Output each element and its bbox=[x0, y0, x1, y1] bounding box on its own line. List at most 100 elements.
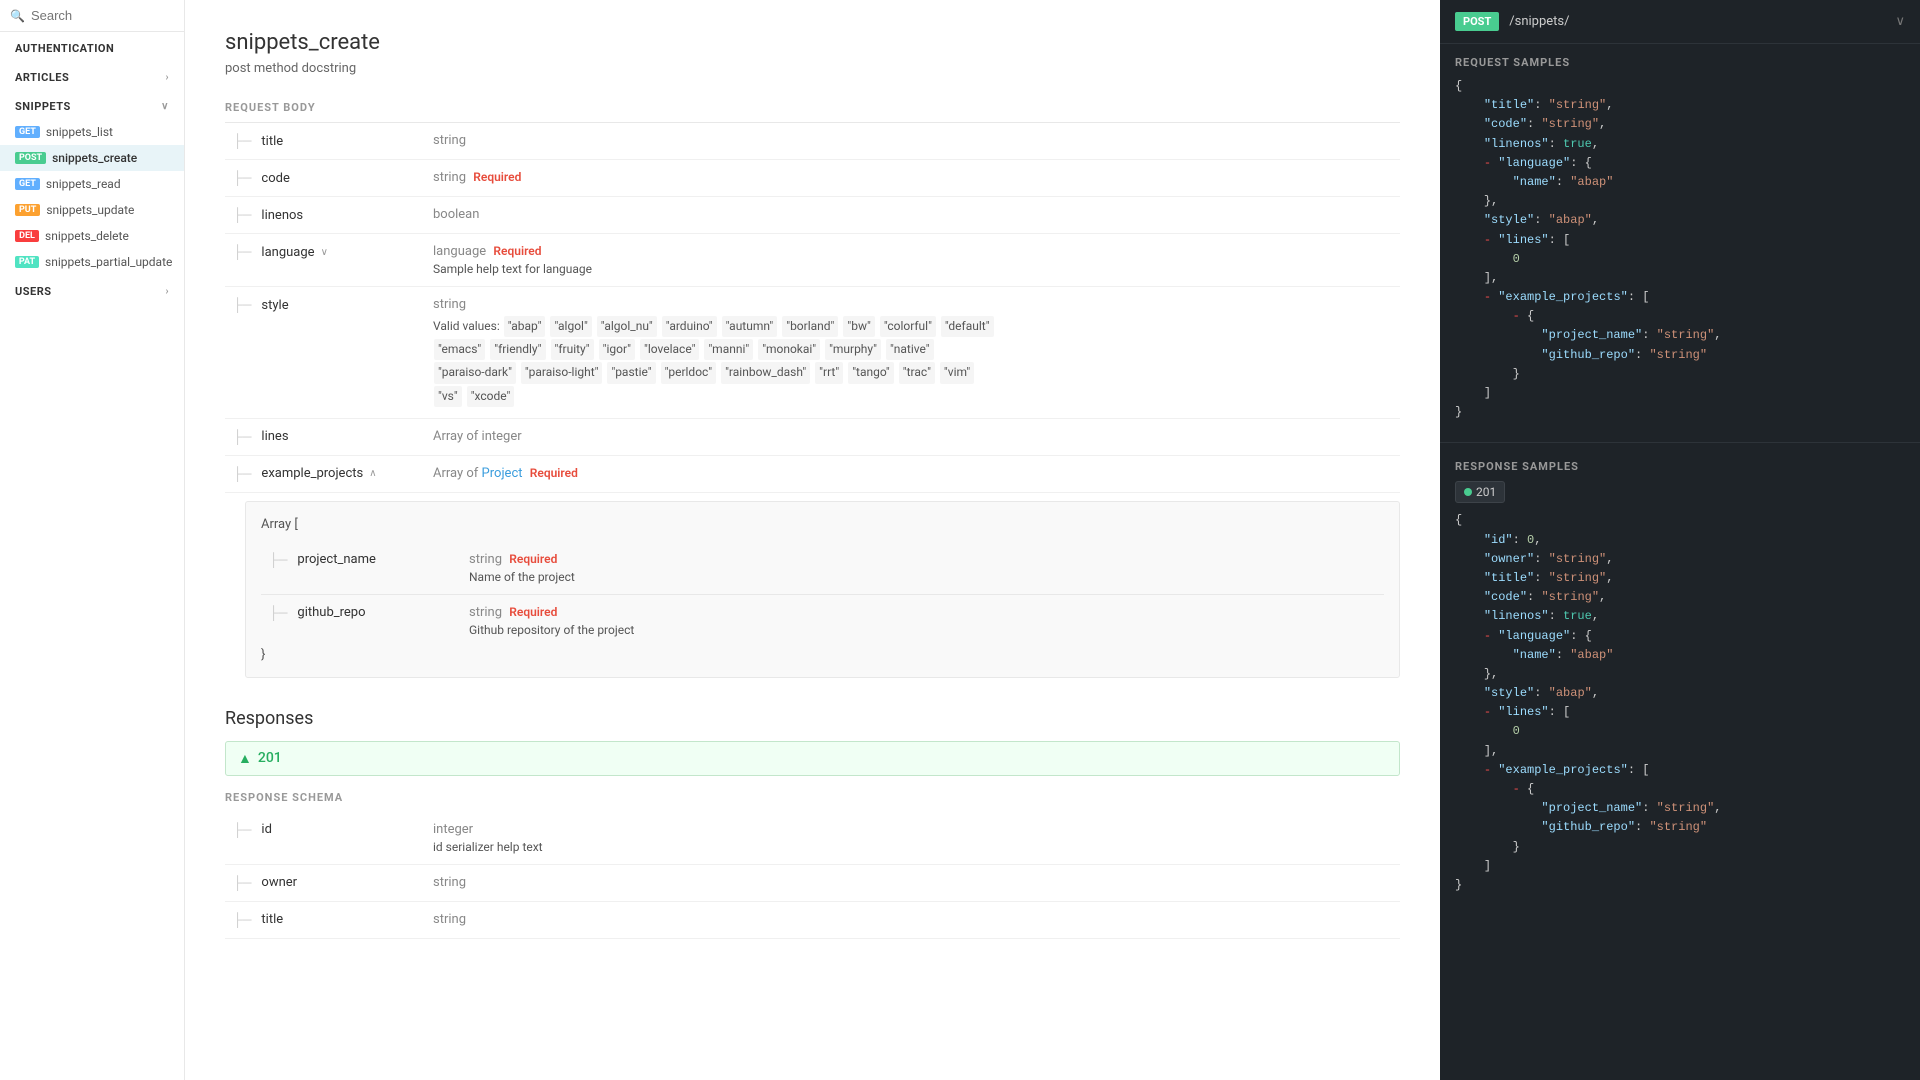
nested-block-example-projects: Array [ ├─ project_name string Required … bbox=[245, 501, 1400, 678]
field-name-label: lines bbox=[261, 429, 288, 444]
connector-icon: ├─ bbox=[233, 912, 251, 928]
field-description: Sample help text for language bbox=[433, 262, 1392, 276]
required-badge: Required bbox=[473, 170, 521, 184]
response-field-owner: ├─ owner string bbox=[225, 864, 1400, 901]
connector-icon: ├─ bbox=[233, 133, 251, 149]
connector-icon: ├─ bbox=[269, 605, 287, 621]
endpoint-path: /snippets/ bbox=[1509, 14, 1569, 29]
response-tab-label: 201 bbox=[1476, 485, 1496, 499]
sidebar-item-snippets-read[interactable]: GET snippets_read bbox=[0, 171, 184, 197]
field-row-title: ├─ title string bbox=[225, 123, 1400, 160]
nested-table: ├─ project_name string Required Name of … bbox=[261, 542, 1384, 647]
field-row-style: ├─ style string Valid values: "abap" "al… bbox=[225, 287, 1400, 419]
response-tab-201[interactable]: 201 bbox=[1455, 481, 1505, 503]
field-type: boolean bbox=[433, 207, 479, 222]
response-samples-title: RESPONSE SAMPLES bbox=[1440, 448, 1920, 481]
right-panel: POST /snippets/ ∨ REQUEST SAMPLES { "tit… bbox=[1440, 0, 1920, 1080]
nested-row-project-name: ├─ project_name string Required Name of … bbox=[261, 542, 1384, 595]
search-box[interactable]: 🔍 bbox=[0, 0, 184, 32]
connector-icon: ├─ bbox=[233, 170, 251, 186]
field-row-linenos: ├─ linenos boolean bbox=[225, 197, 1400, 234]
connector-icon: ├─ bbox=[233, 822, 251, 838]
divider bbox=[1440, 442, 1920, 443]
sidebar-item-snippets[interactable]: SNIPPETS ∨ bbox=[0, 90, 184, 119]
page-title: snippets_create bbox=[225, 30, 1400, 55]
request-body-table: ├─ title string ├─ code string bbox=[225, 123, 1400, 493]
get-badge: GET bbox=[15, 178, 40, 190]
put-badge: PUT bbox=[15, 204, 40, 216]
field-name-label: owner bbox=[261, 875, 297, 890]
field-type: string bbox=[433, 170, 466, 185]
field-row-language: ├─ language ∨ language Required Sample h… bbox=[225, 234, 1400, 287]
search-input[interactable] bbox=[31, 8, 174, 23]
expand-icon[interactable]: ∧ bbox=[369, 468, 376, 479]
field-name-label: style bbox=[261, 298, 288, 313]
nav-section: AUTHENTICATION ARTICLES › SNIPPETS ∨ GET… bbox=[0, 32, 184, 304]
field-name-label: title bbox=[261, 912, 283, 927]
nested-field-type: string bbox=[469, 552, 502, 567]
field-name-label: title bbox=[261, 134, 283, 149]
patch-badge: PAT bbox=[15, 256, 39, 268]
nested-field-name: github_repo bbox=[297, 605, 365, 620]
nested-field-name: project_name bbox=[297, 552, 375, 567]
request-samples-title: REQUEST SAMPLES bbox=[1440, 44, 1920, 77]
field-type: string bbox=[433, 875, 466, 890]
sidebar-item-authentication[interactable]: AUTHENTICATION bbox=[0, 32, 184, 61]
page-subtitle: post method docstring bbox=[225, 61, 1400, 76]
field-type: Array of bbox=[433, 466, 482, 481]
connector-icon: ├─ bbox=[269, 552, 287, 568]
sidebar-item-users[interactable]: USERS › bbox=[0, 275, 184, 304]
field-description: id serializer help text bbox=[433, 840, 1392, 854]
field-values: Valid values: "abap" "algol" "algol_nu" … bbox=[433, 315, 1392, 408]
nested-block-footer: } bbox=[261, 647, 1384, 662]
request-body-header: REQUEST BODY bbox=[225, 101, 1400, 123]
nested-field-type: string bbox=[469, 605, 502, 620]
response-field-title: ├─ title string bbox=[225, 901, 1400, 938]
response-schema-table: ├─ id integer id serializer help text ├─… bbox=[225, 812, 1400, 939]
field-type: Array of integer bbox=[433, 429, 522, 444]
sidebar: 🔍 AUTHENTICATION ARTICLES › SNIPPETS ∨ G… bbox=[0, 0, 185, 1080]
delete-badge: DEL bbox=[15, 230, 39, 242]
main-content: snippets_create post method docstring RE… bbox=[185, 0, 1440, 1080]
chevron-right-icon: › bbox=[165, 286, 169, 297]
response-201-row[interactable]: ▲ 201 bbox=[225, 741, 1400, 776]
field-type-link[interactable]: Project bbox=[482, 466, 523, 481]
post-badge: POST bbox=[15, 152, 46, 164]
field-type: integer bbox=[433, 822, 473, 837]
field-name-label: language bbox=[261, 245, 314, 260]
search-icon: 🔍 bbox=[10, 9, 25, 23]
field-name-label: linenos bbox=[261, 208, 303, 223]
request-sample-code: { "title": "string", "code": "string", "… bbox=[1440, 77, 1920, 437]
required-badge: Required bbox=[509, 552, 557, 566]
field-name-label: id bbox=[261, 822, 272, 837]
field-name-label: code bbox=[261, 171, 289, 186]
sidebar-item-snippets-list[interactable]: GET snippets_list bbox=[0, 119, 184, 145]
field-type: string bbox=[433, 133, 466, 148]
method-badge: POST bbox=[1455, 12, 1499, 31]
response-field-id: ├─ id integer id serializer help text bbox=[225, 812, 1400, 865]
nested-field-desc: Github repository of the project bbox=[469, 623, 1376, 637]
field-type: string bbox=[433, 297, 466, 312]
endpoint-bar: POST /snippets/ ∨ bbox=[1440, 0, 1920, 44]
sidebar-item-snippets-delete[interactable]: DEL snippets_delete bbox=[0, 223, 184, 249]
connector-icon: ├─ bbox=[233, 429, 251, 445]
connector-icon: ├─ bbox=[233, 466, 251, 482]
field-type: string bbox=[433, 912, 466, 927]
chevron-down-icon: ∨ bbox=[161, 101, 169, 112]
sidebar-item-snippets-partial-update[interactable]: PAT snippets_partial_update bbox=[0, 249, 184, 275]
get-badge: GET bbox=[15, 126, 40, 138]
required-badge: Required bbox=[530, 466, 578, 480]
required-badge: Required bbox=[493, 244, 541, 258]
response-schema-title: RESPONSE SCHEMA bbox=[225, 786, 1400, 804]
field-type: language bbox=[433, 244, 486, 259]
nested-block-header: Array [ bbox=[261, 517, 1384, 532]
response-code: ▲ 201 bbox=[238, 750, 282, 767]
expand-icon[interactable]: ∨ bbox=[321, 247, 328, 258]
sidebar-item-snippets-update[interactable]: PUT snippets_update bbox=[0, 197, 184, 223]
chevron-right-icon: › bbox=[165, 72, 169, 83]
expand-icon[interactable]: ∨ bbox=[1895, 14, 1905, 29]
sidebar-item-snippets-create[interactable]: POST snippets_create bbox=[0, 145, 184, 171]
sidebar-item-articles[interactable]: ARTICLES › bbox=[0, 61, 184, 90]
field-row-lines: ├─ lines Array of integer bbox=[225, 418, 1400, 455]
field-name-label: example_projects bbox=[261, 466, 363, 481]
